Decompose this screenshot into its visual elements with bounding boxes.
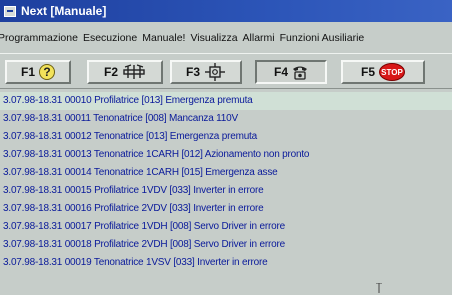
f2-machine-button[interactable]: F2: [87, 60, 163, 84]
log-row[interactable]: 3.07.98-18.31 00010 Profilatrice [013] E…: [0, 92, 452, 110]
alarm-log-list[interactable]: 3.07.98-18.31 00010 Profilatrice [013] E…: [0, 92, 452, 282]
log-row[interactable]: 3.07.98-18.31 00013 Tenonatrice 1CARH [0…: [0, 146, 452, 164]
menu-bar: Programmazione Esecuzione Manuale! Visua…: [0, 28, 452, 48]
f4-phone-button[interactable]: F4: [255, 60, 327, 84]
f3-label: F3: [185, 65, 200, 79]
tool-icon: [204, 63, 226, 81]
f1-label: F1: [20, 65, 35, 79]
menu-manuale[interactable]: Manuale!: [142, 32, 190, 44]
help-icon: ?: [39, 64, 55, 80]
log-row[interactable]: 3.07.98-18.31 00011 Tenonatrice [008] Ma…: [0, 110, 452, 128]
menu-visualizza[interactable]: Visualizza: [190, 32, 242, 44]
log-row[interactable]: 3.07.98-18.31 00012 Tenonatrice [013] Em…: [0, 128, 452, 146]
text-cursor-icon: [376, 283, 382, 293]
stop-icon-text: STOP: [379, 63, 405, 81]
f2-label: F2: [103, 65, 118, 79]
log-row[interactable]: 3.07.98-18.31 00014 Tenonatrice 1CARH [0…: [0, 164, 452, 182]
machine-icon: [122, 64, 146, 80]
log-row[interactable]: 3.07.98-18.31 00015 Profilatrice 1VDV [0…: [0, 182, 452, 200]
menu-esecuzione[interactable]: Esecuzione: [83, 32, 142, 44]
f4-label: F4: [273, 65, 288, 79]
log-row[interactable]: 3.07.98-18.31 00016 Profilatrice 2VDV [0…: [0, 200, 452, 218]
menu-programmazione[interactable]: Programmazione: [0, 32, 83, 44]
log-row[interactable]: 3.07.98-18.31 00019 Tenonatrice 1VSV [03…: [0, 254, 452, 272]
menu-funzioni-ausiliarie[interactable]: Funzioni Ausiliarie: [280, 32, 370, 44]
function-key-toolbar: F1 ? F2 F3 F4 F5 STOP: [0, 53, 452, 89]
window-title: Next [Manuale]: [21, 4, 107, 18]
menu-allarmi[interactable]: Allarmi: [243, 32, 280, 44]
f5-stop-button[interactable]: F5 STOP: [341, 60, 425, 84]
log-row[interactable]: 3.07.98-18.31 00018 Profilatrice 2VDH [0…: [0, 236, 452, 254]
f1-help-button[interactable]: F1 ?: [5, 60, 71, 84]
phone-icon: [292, 64, 308, 80]
system-menu-icon[interactable]: [4, 5, 16, 17]
f3-tool-button[interactable]: F3: [170, 60, 242, 84]
stop-icon: STOP: [379, 63, 405, 81]
title-bar: Next [Manuale]: [0, 0, 452, 22]
f5-label: F5: [360, 65, 375, 79]
log-row[interactable]: 3.07.98-18.31 00017 Profilatrice 1VDH [0…: [0, 218, 452, 236]
